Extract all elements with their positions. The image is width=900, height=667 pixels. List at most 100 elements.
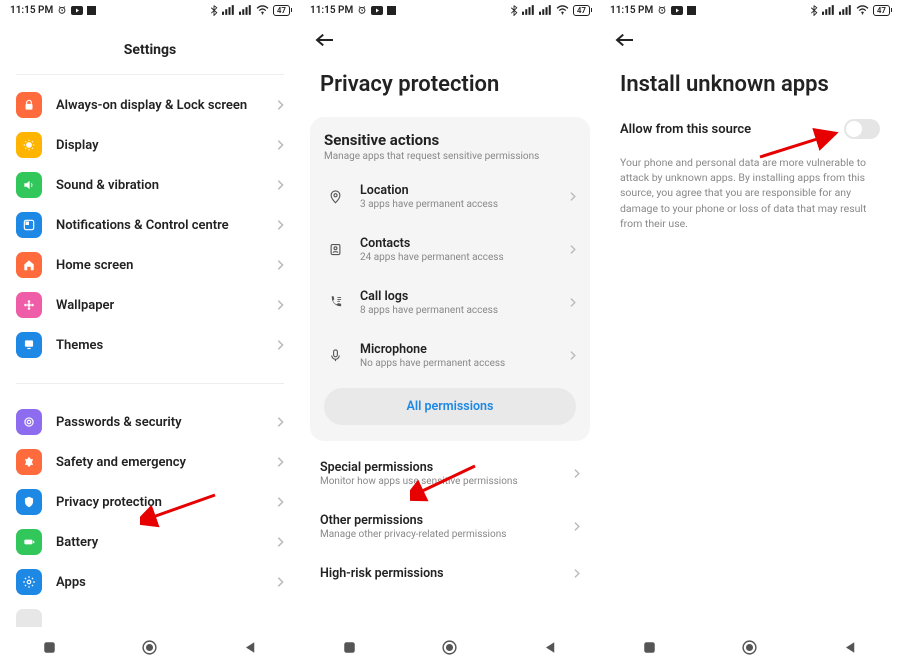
battery-icon: 47 [573,5,590,16]
signal-icon [522,5,535,15]
row-other-permissions[interactable]: Other permissionsManage other privacy-re… [310,500,590,553]
home-button[interactable] [441,639,458,656]
battery-icon: 47 [873,5,890,16]
chevron-right-icon [569,244,576,255]
allow-source-toggle[interactable] [844,119,880,139]
wifi-icon [256,5,269,15]
row-special-permissions[interactable]: Special permissionsMonitor how apps use … [310,447,590,500]
security-icon [16,409,42,435]
chevron-right-icon [276,456,284,468]
row-notifications[interactable]: Notifications & Control centre [16,205,284,245]
back-button[interactable] [843,640,858,655]
chevron-right-icon [569,297,576,308]
home-button[interactable] [141,639,158,656]
row-apps[interactable]: Apps [16,562,284,602]
shield-icon [16,489,42,515]
alarm-icon [357,5,367,15]
toggle-label: Allow from this source [620,122,844,137]
sun-icon [16,132,42,158]
chevron-right-icon [276,416,284,428]
flower-icon [16,292,42,318]
signal-icon [222,5,235,15]
chevron-right-icon [573,468,580,479]
row-call-logs[interactable]: Call logs8 apps have permanent access [324,276,576,329]
sensitive-actions-card: Sensitive actions Manage apps that reque… [310,117,590,441]
row-display[interactable]: Display [16,125,284,165]
page-title: Install unknown apps [600,52,900,115]
row-safety-emergency[interactable]: Safety and emergency [16,442,284,482]
row-themes[interactable]: Themes [16,325,284,365]
home-icon [16,252,42,278]
alarm-icon [57,5,67,15]
alarm-icon [657,5,667,15]
row-allow-from-source[interactable]: Allow from this source [600,115,900,143]
chevron-right-icon [573,568,580,579]
chevron-right-icon [276,299,284,311]
chevron-right-icon [276,496,284,508]
status-time: 11:15 PM [10,5,53,16]
control-centre-icon [16,212,42,238]
row-high-risk-permissions[interactable]: High-risk permissions [310,553,590,594]
back-button[interactable] [243,640,258,655]
warning-text: Your phone and personal data are more vu… [600,143,900,231]
phone-1-settings: 11:15 PM 47 Settings Always-on display &… [0,0,300,667]
status-time: 11:15 PM [610,5,653,16]
location-icon [324,189,346,204]
chevron-right-icon [569,191,576,202]
status-time: 11:15 PM [310,5,353,16]
more-icon [16,609,42,627]
row-battery[interactable]: Battery [16,522,284,562]
bluetooth-icon [810,5,818,16]
battery-icon [16,529,42,555]
chevron-right-icon [276,179,284,191]
themes-icon [16,332,42,358]
phone-2-privacy: 11:15 PM 47 Privacy protection Sensitive… [300,0,600,667]
row-microphone[interactable]: MicrophoneNo apps have permanent access [324,329,576,382]
signal-icon [822,5,835,15]
recents-button[interactable] [42,640,57,655]
chevron-right-icon [276,536,284,548]
row-sound[interactable]: Sound & vibration [16,165,284,205]
youtube-icon [71,6,83,15]
row-contacts[interactable]: Contacts24 apps have permanent access [324,223,576,276]
emergency-icon [16,449,42,475]
contacts-icon [324,242,346,257]
status-bar: 11:15 PM 47 [300,0,600,20]
card-title: Sensitive actions [324,131,576,149]
row-passwords-security[interactable]: Passwords & security [16,402,284,442]
signal-icon [239,5,252,15]
chevron-right-icon [276,576,284,588]
gear-icon [16,569,42,595]
wifi-icon [556,5,569,15]
all-permissions-button[interactable]: All permissions [324,388,576,425]
battery-icon: 47 [273,5,290,16]
home-button[interactable] [741,639,758,656]
back-icon[interactable] [314,32,336,48]
nav-bar [600,627,900,667]
privacy-content: Sensitive actions Manage apps that reque… [300,115,600,627]
signal-icon [839,5,852,15]
chevron-right-icon [276,219,284,231]
row-home-screen[interactable]: Home screen [16,245,284,285]
back-button[interactable] [543,640,558,655]
signal-icon [539,5,552,15]
row-always-on-display[interactable]: Always-on display & Lock screen [16,85,284,125]
settings-list: Always-on display & Lock screen Display … [0,75,300,627]
microphone-icon [324,348,346,363]
recents-button[interactable] [642,640,657,655]
bluetooth-icon [510,5,518,16]
bluetooth-icon [210,5,218,16]
square-icon [687,6,696,15]
square-icon [87,6,96,15]
row-cutoff[interactable] [16,602,284,627]
youtube-icon [371,6,383,15]
row-wallpaper[interactable]: Wallpaper [16,285,284,325]
phone-icon [324,295,346,310]
recents-button[interactable] [342,640,357,655]
back-icon[interactable] [614,32,636,48]
row-privacy-protection[interactable]: Privacy protection [16,482,284,522]
chevron-right-icon [276,139,284,151]
chevron-right-icon [569,350,576,361]
speaker-icon [16,172,42,198]
row-location[interactable]: Location3 apps have permanent access [324,170,576,223]
